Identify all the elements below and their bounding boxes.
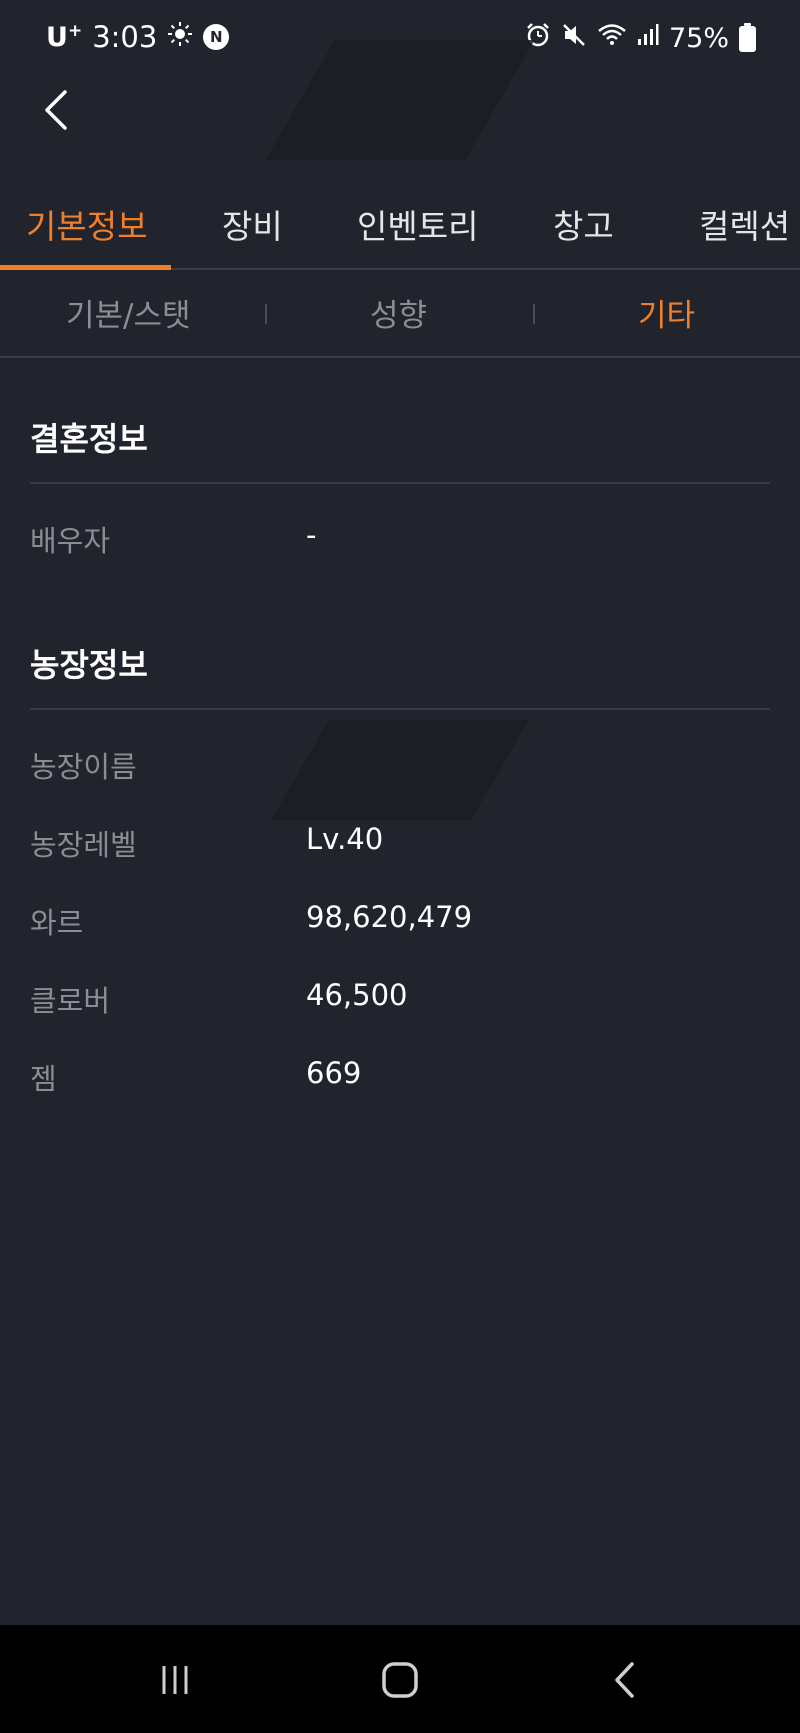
- clover-value: 46,500: [306, 978, 408, 1012]
- brightness-icon: [167, 20, 193, 54]
- chevron-left-icon: [45, 90, 67, 130]
- tab-collection[interactable]: 컬렉션: [699, 200, 790, 248]
- home-icon: [382, 1662, 418, 1698]
- section-divider: [30, 708, 770, 710]
- signal-icon: [637, 23, 659, 54]
- mute-icon: [561, 22, 587, 55]
- subtab-tendency[interactable]: 성향: [370, 290, 427, 335]
- background-watermark: [271, 720, 529, 820]
- sub-tab-bar: 기본/스탯 성향 기타: [0, 270, 800, 358]
- clock: 3:03: [92, 20, 158, 54]
- home-button[interactable]: [370, 1655, 430, 1705]
- nav-back-button[interactable]: [595, 1655, 655, 1705]
- marriage-section-title: 결혼정보: [30, 420, 148, 458]
- gem-label: 젬: [30, 1062, 57, 1096]
- wifi-icon: [597, 22, 627, 55]
- recent-apps-icon: [162, 1666, 188, 1694]
- gem-value: 669: [306, 1056, 362, 1090]
- tab-equipment[interactable]: 장비: [222, 200, 283, 248]
- main-tab-bar: 기본정보 장비 인벤토리 창고 컬렉션: [0, 180, 800, 270]
- farm-level-value: Lv.40: [306, 822, 384, 856]
- system-nav-bar: [0, 1625, 800, 1733]
- carrier-label: U+: [46, 21, 83, 53]
- spouse-label: 배우자: [30, 524, 111, 558]
- status-right: 75%: [525, 22, 756, 55]
- n-badge-icon: N: [203, 24, 230, 50]
- spouse-value: -: [306, 518, 317, 552]
- battery-percent: 75%: [668, 23, 729, 54]
- clover-label: 클로버: [30, 984, 111, 1018]
- back-button[interactable]: [30, 84, 82, 136]
- farm-name-label: 농장이름: [30, 750, 137, 784]
- tab-basic-info[interactable]: 기본정보: [26, 200, 147, 248]
- recent-apps-button[interactable]: [145, 1655, 205, 1705]
- farm-level-label: 농장레벨: [30, 828, 137, 862]
- tab-storage[interactable]: 창고: [553, 200, 614, 248]
- back-icon: [615, 1662, 634, 1698]
- battery-icon: [739, 22, 756, 52]
- subtab-basic-stats[interactable]: 기본/스탯: [66, 290, 191, 335]
- alarm-icon: [525, 22, 551, 55]
- sub-tab-divider: [533, 304, 535, 324]
- war-currency-label: 와르: [30, 906, 84, 940]
- tab-inventory[interactable]: 인벤토리: [357, 200, 478, 248]
- status-left: U+ 3:03 N: [46, 20, 230, 54]
- farm-section-title: 농장정보: [30, 646, 148, 684]
- sub-tab-divider: [265, 304, 267, 324]
- war-currency-value: 98,620,479: [306, 900, 473, 934]
- section-divider: [30, 482, 770, 484]
- subtab-etc[interactable]: 기타: [638, 290, 695, 335]
